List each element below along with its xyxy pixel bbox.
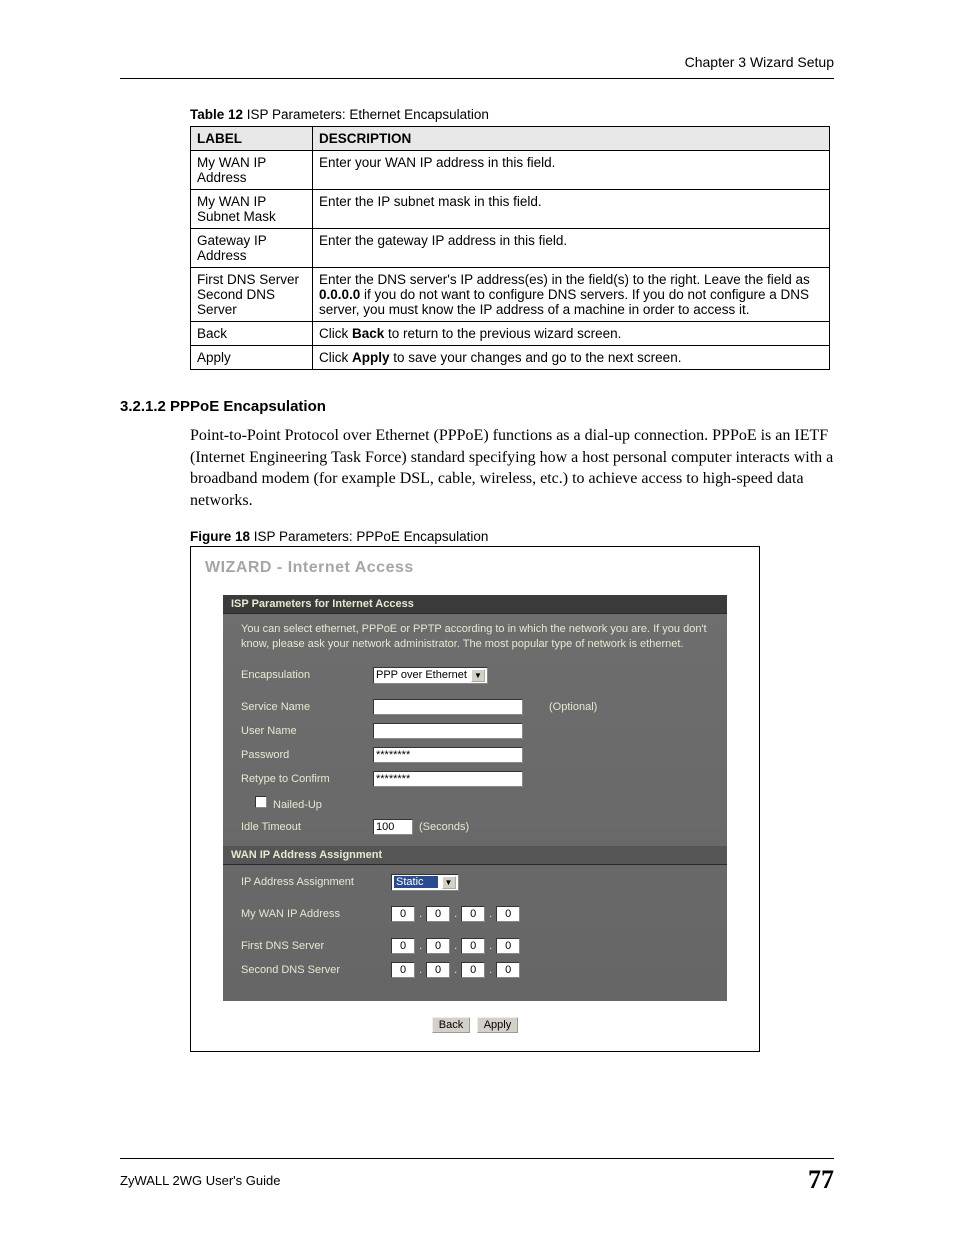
user-name-input[interactable] (373, 723, 523, 739)
figure-caption-rest: ISP Parameters: PPPoE Encapsulation (250, 529, 488, 544)
wizard-screenshot: WIZARD - Internet Access ISP Parameters … (190, 546, 760, 1052)
table-row: My WAN IP Subnet Mask Enter the IP subne… (191, 190, 830, 229)
table-row: First DNS Server Second DNS Server Enter… (191, 268, 830, 322)
label-idle-timeout: Idle Timeout (241, 821, 373, 833)
cell-desc: Enter the IP subnet mask in this field. (313, 190, 830, 229)
label-my-wan-ip: My WAN IP Address (241, 908, 391, 920)
my-wan-ip-input[interactable]: 0. 0. 0. 0 (391, 906, 520, 922)
footer-doc-title: ZyWALL 2WG User's Guide (120, 1173, 280, 1188)
intro-text: You can select ethernet, PPPoE or PPTP a… (241, 622, 709, 652)
chevron-down-icon: ▼ (471, 669, 485, 682)
figure-caption: Figure 18 ISP Parameters: PPPoE Encapsul… (190, 529, 834, 544)
figure-caption-bold: Figure 18 (190, 529, 250, 544)
cell-desc: Click Back to return to the previous wiz… (313, 322, 830, 346)
apply-button[interactable]: Apply (477, 1017, 519, 1033)
cell-label: First DNS Server Second DNS Server (191, 268, 313, 322)
table-caption-rest: ISP Parameters: Ethernet Encapsulation (243, 107, 489, 122)
panel-header-isp: ISP Parameters for Internet Access (223, 595, 727, 614)
isp-parameters-panel: ISP Parameters for Internet Access You c… (223, 595, 727, 1001)
params-table: LABEL DESCRIPTION My WAN IP Address Ente… (190, 126, 830, 370)
cell-label: My WAN IP Subnet Mask (191, 190, 313, 229)
cell-desc: Enter your WAN IP address in this field. (313, 151, 830, 190)
first-dns-input[interactable]: 0. 0. 0. 0 (391, 938, 520, 954)
label-second-dns: Second DNS Server (241, 964, 391, 976)
table-row: Gateway IP Address Enter the gateway IP … (191, 229, 830, 268)
chapter-header: Chapter 3 Wizard Setup (120, 54, 834, 79)
cell-desc: Enter the gateway IP address in this fie… (313, 229, 830, 268)
idle-timeout-input[interactable]: 100 (373, 819, 413, 835)
table-row: Back Click Back to return to the previou… (191, 322, 830, 346)
th-label: LABEL (191, 127, 313, 151)
cell-desc: Enter the DNS server's IP address(es) in… (313, 268, 830, 322)
table-caption-bold: Table 12 (190, 107, 243, 122)
label-password: Password (241, 749, 373, 761)
ip-assignment-select[interactable]: Static ▼ (391, 874, 459, 891)
cell-label: Back (191, 322, 313, 346)
label-service-name: Service Name (241, 701, 373, 713)
label-first-dns: First DNS Server (241, 940, 391, 952)
chevron-down-icon: ▼ (442, 876, 456, 889)
page-number: 77 (808, 1165, 834, 1195)
th-desc: DESCRIPTION (313, 127, 830, 151)
nailed-up-checkbox[interactable] (255, 796, 267, 808)
cell-label: Apply (191, 346, 313, 370)
page-footer: ZyWALL 2WG User's Guide 77 (120, 1158, 834, 1195)
label-ip-assignment: IP Address Assignment (241, 876, 391, 888)
table-row: Apply Click Apply to save your changes a… (191, 346, 830, 370)
label-user-name: User Name (241, 725, 373, 737)
cell-desc: Click Apply to save your changes and go … (313, 346, 830, 370)
table-row: My WAN IP Address Enter your WAN IP addr… (191, 151, 830, 190)
ip-assignment-value: Static (394, 876, 438, 888)
panel-header-wan: WAN IP Address Assignment (223, 846, 727, 865)
encapsulation-value: PPP over Ethernet (376, 669, 467, 681)
label-encapsulation: Encapsulation (241, 669, 373, 681)
second-dns-input[interactable]: 0. 0. 0. 0 (391, 962, 520, 978)
body-text: Point-to-Point Protocol over Ethernet (P… (190, 425, 834, 511)
cell-label: My WAN IP Address (191, 151, 313, 190)
password-input[interactable]: ******** (373, 747, 523, 763)
retype-input[interactable]: ******** (373, 771, 523, 787)
table-caption: Table 12 ISP Parameters: Ethernet Encaps… (190, 107, 834, 122)
cell-label: Gateway IP Address (191, 229, 313, 268)
label-nailed-up: Nailed-Up (241, 796, 373, 811)
encapsulation-select[interactable]: PPP over Ethernet ▼ (373, 667, 488, 684)
optional-label: (Optional) (549, 701, 597, 713)
label-retype: Retype to Confirm (241, 773, 373, 785)
section-heading: 3.2.1.2 PPPoE Encapsulation (120, 398, 834, 415)
seconds-label: (Seconds) (419, 821, 469, 833)
back-button[interactable]: Back (432, 1017, 470, 1033)
service-name-input[interactable] (373, 699, 523, 715)
wizard-title: WIZARD - Internet Access (205, 559, 745, 577)
